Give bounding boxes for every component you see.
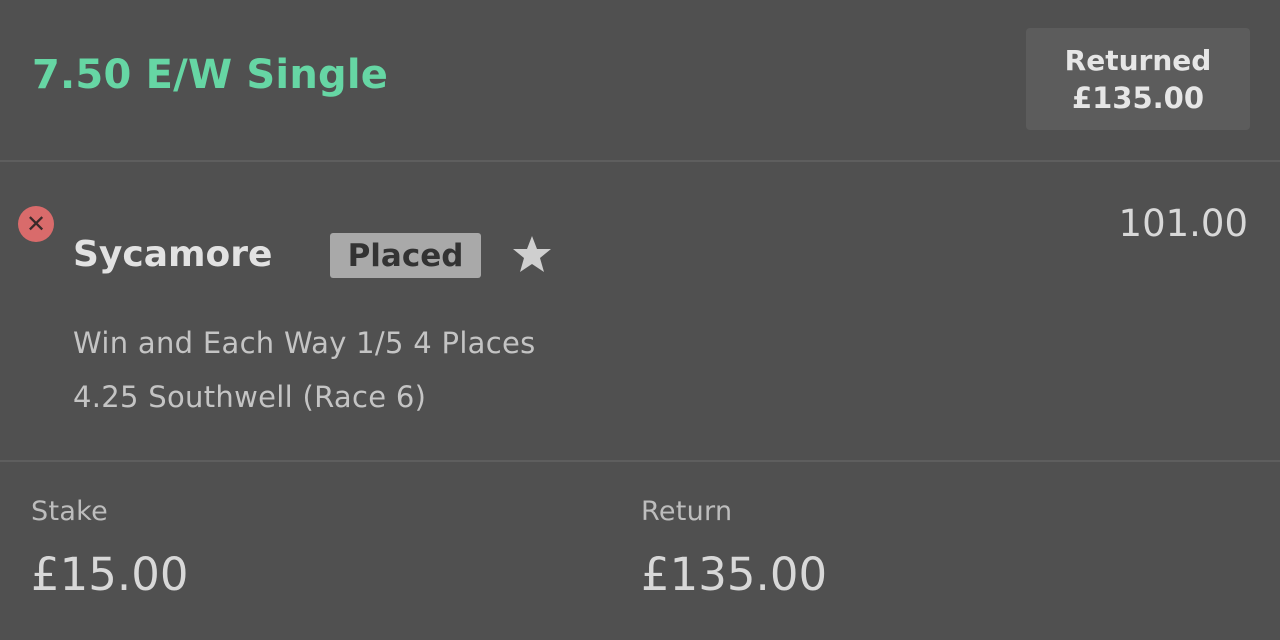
event-description: 4.25 Southwell (Race 6) xyxy=(73,380,427,414)
market-description: Win and Each Way 1/5 4 Places xyxy=(73,326,536,360)
return-label: Return xyxy=(641,496,733,527)
bet-title: 7.50 E/W Single xyxy=(32,52,389,98)
star-icon[interactable] xyxy=(512,234,552,274)
odds-value: 101.00 xyxy=(1118,202,1248,245)
returned-label: Returned xyxy=(1064,44,1212,77)
close-icon: ✕ xyxy=(18,206,54,242)
returned-badge: Returned £135.00 xyxy=(1026,28,1250,130)
selection-row: ✕ Sycamore Placed 101.00 Win and Each Wa… xyxy=(0,162,1280,462)
stake-value: £15.00 xyxy=(31,548,189,601)
placed-badge: Placed xyxy=(330,233,481,278)
bet-header: 7.50 E/W Single Returned £135.00 xyxy=(0,0,1280,162)
bet-card: 7.50 E/W Single Returned £135.00 ✕ Sycam… xyxy=(0,0,1280,640)
returned-amount: £135.00 xyxy=(1071,81,1205,115)
runner-name: Sycamore xyxy=(73,234,273,275)
bet-summary: Stake £15.00 Return £135.00 xyxy=(0,462,1280,640)
stake-label: Stake xyxy=(31,496,109,527)
return-value: £135.00 xyxy=(641,548,828,601)
